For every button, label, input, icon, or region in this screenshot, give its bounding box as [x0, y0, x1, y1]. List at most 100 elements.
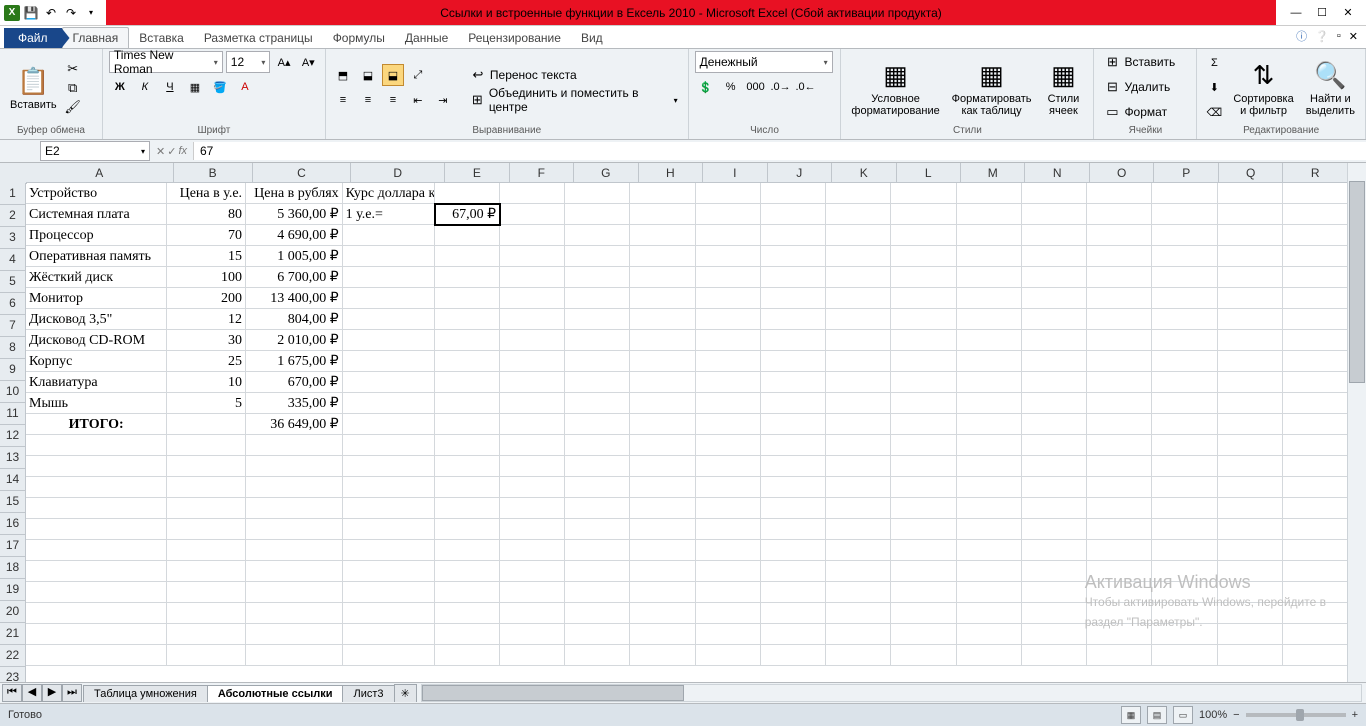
- view-tab[interactable]: Вид: [571, 28, 613, 48]
- italic-button[interactable]: К: [134, 76, 156, 98]
- vertical-scrollbar[interactable]: [1347, 163, 1366, 682]
- zoom-level[interactable]: 100%: [1199, 709, 1227, 721]
- wrap-text-button[interactable]: ↩Перенос текста: [466, 64, 682, 86]
- select-all-corner[interactable]: [0, 163, 27, 184]
- delete-icon: ⊟: [1104, 79, 1120, 95]
- layout-tab[interactable]: Разметка страницы: [194, 28, 323, 48]
- normal-view-icon[interactable]: ▦: [1121, 706, 1141, 724]
- currency-icon[interactable]: 💲: [695, 76, 717, 98]
- row-headers[interactable]: 1234567891011121314151617181920212223: [0, 183, 26, 682]
- decrease-indent-icon[interactable]: ⇤: [407, 89, 429, 111]
- last-sheet-icon[interactable]: ⏭: [62, 684, 82, 702]
- format-cells-button[interactable]: ▭Формат: [1100, 101, 1190, 123]
- help-icon[interactable]: ❔: [1315, 30, 1329, 43]
- merge-center-button[interactable]: ⊞Объединить и поместить в центре▾: [466, 89, 682, 111]
- maximize-button[interactable]: ☐: [1316, 7, 1328, 19]
- paste-button[interactable]: 📋 Вставить: [6, 63, 61, 113]
- undo-icon[interactable]: ↶: [42, 4, 60, 22]
- name-box[interactable]: E2▾: [40, 141, 150, 161]
- align-top-icon[interactable]: ⬒: [332, 64, 354, 86]
- cell-styles-button[interactable]: ▦Стили ячеек: [1039, 57, 1087, 119]
- copy-icon[interactable]: ⧉: [65, 80, 81, 96]
- cond-format-icon: ▦: [880, 59, 912, 91]
- shrink-font-icon[interactable]: A▾: [298, 51, 319, 73]
- formula-input[interactable]: 67: [193, 142, 1366, 160]
- fill-icon[interactable]: ⬇: [1203, 77, 1225, 99]
- align-middle-icon[interactable]: ⬓: [357, 64, 379, 86]
- align-left-icon[interactable]: ≡: [332, 89, 354, 111]
- font-color-button[interactable]: A: [234, 76, 256, 98]
- find-icon: 🔍: [1314, 59, 1346, 91]
- comma-icon[interactable]: 000: [745, 76, 767, 98]
- font-size-select[interactable]: 12▾: [226, 51, 271, 73]
- increase-indent-icon[interactable]: ⇥: [432, 89, 454, 111]
- increase-decimal-icon[interactable]: .0→: [770, 76, 792, 98]
- sheet-tab-3[interactable]: Лист3: [342, 685, 394, 702]
- horizontal-scrollbar[interactable]: [421, 684, 1362, 702]
- minimize-ribbon-icon[interactable]: ⓘ: [1296, 28, 1307, 44]
- wrap-icon: ↩: [470, 67, 486, 83]
- ribbon: 📋 Вставить ✂ ⧉ 🖌 Буфер обмена Times New …: [0, 49, 1366, 140]
- percent-icon[interactable]: %: [720, 76, 742, 98]
- format-painter-icon[interactable]: 🖌: [65, 99, 81, 115]
- zoom-slider[interactable]: [1246, 713, 1346, 717]
- styles-group-label: Стили: [847, 124, 1087, 137]
- minimize-button[interactable]: —: [1290, 7, 1302, 19]
- page-layout-view-icon[interactable]: ▤: [1147, 706, 1167, 724]
- data-tab[interactable]: Данные: [395, 28, 458, 48]
- insert-tab[interactable]: Вставка: [129, 28, 194, 48]
- align-center-icon[interactable]: ≡: [357, 89, 379, 111]
- decrease-decimal-icon[interactable]: .0←: [795, 76, 817, 98]
- sheet-tab-2[interactable]: Абсолютные ссылки: [207, 685, 344, 702]
- autosum-icon[interactable]: Σ: [1203, 52, 1225, 74]
- sheet-tab-1[interactable]: Таблица умножения: [83, 685, 208, 702]
- underline-button[interactable]: Ч: [159, 76, 181, 98]
- enter-formula-icon[interactable]: ✓: [167, 145, 176, 158]
- font-name-select[interactable]: Times New Roman▾: [109, 51, 223, 73]
- zoom-out-button[interactable]: −: [1233, 709, 1239, 721]
- align-group-label: Выравнивание: [332, 124, 682, 137]
- delete-cells-button[interactable]: ⊟Удалить: [1100, 76, 1190, 98]
- prev-sheet-icon[interactable]: ◀: [22, 684, 42, 702]
- fx-icon[interactable]: fx: [178, 145, 187, 158]
- border-button[interactable]: ▦: [184, 76, 206, 98]
- worksheet-grid[interactable]: ABCDEFGHIJKLMNOPQR 123456789101112131415…: [0, 163, 1366, 682]
- window-close-icon[interactable]: ✕: [1349, 30, 1358, 43]
- find-select-button[interactable]: 🔍Найти и выделить: [1302, 57, 1359, 119]
- save-icon[interactable]: 💾: [22, 4, 40, 22]
- formulas-tab[interactable]: Формулы: [323, 28, 395, 48]
- align-bottom-icon[interactable]: ⬓: [382, 64, 404, 86]
- close-button[interactable]: ✕: [1342, 7, 1354, 19]
- cancel-formula-icon[interactable]: ✕: [156, 145, 165, 158]
- review-tab[interactable]: Рецензирование: [458, 28, 571, 48]
- format-table-button[interactable]: ▦Форматировать как таблицу: [948, 57, 1036, 119]
- page-break-view-icon[interactable]: ▭: [1173, 706, 1193, 724]
- cells-area[interactable]: УстройствоЦена в у.е.Цена в рубляхКурс д…: [26, 183, 1348, 682]
- file-tab[interactable]: Файл: [4, 28, 62, 48]
- title-bar: X 💾 ↶ ↷ ▾ Ссылки и встроенные функции в …: [0, 0, 1366, 26]
- sort-filter-button[interactable]: ⇅Сортировка и фильтр: [1229, 57, 1297, 119]
- redo-icon[interactable]: ↷: [62, 4, 80, 22]
- column-headers[interactable]: ABCDEFGHIJKLMNOPQR: [26, 163, 1348, 183]
- clear-icon[interactable]: ⌫: [1203, 102, 1225, 124]
- number-format-select[interactable]: Денежный▾: [695, 51, 833, 73]
- window-restore-icon[interactable]: ▫: [1337, 30, 1341, 42]
- quick-access-toolbar: X 💾 ↶ ↷ ▾: [0, 4, 104, 22]
- insert-cells-button[interactable]: ⊞Вставить: [1100, 51, 1190, 73]
- fill-color-button[interactable]: 🪣: [209, 76, 231, 98]
- grow-font-icon[interactable]: A▴: [273, 51, 294, 73]
- number-group-label: Число: [695, 124, 835, 137]
- new-sheet-button[interactable]: ✳: [394, 684, 417, 702]
- bold-button[interactable]: Ж: [109, 76, 131, 98]
- cut-icon[interactable]: ✂: [65, 61, 81, 77]
- insert-icon: ⊞: [1104, 54, 1120, 70]
- home-tab[interactable]: Главная: [62, 27, 130, 48]
- next-sheet-icon[interactable]: ▶: [42, 684, 62, 702]
- zoom-in-button[interactable]: +: [1352, 709, 1358, 721]
- window-title: Ссылки и встроенные функции в Ексель 201…: [106, 0, 1276, 25]
- conditional-format-button[interactable]: ▦Условное форматирование: [847, 57, 943, 119]
- qat-dropdown-icon[interactable]: ▾: [82, 4, 100, 22]
- first-sheet-icon[interactable]: ⏮: [2, 684, 22, 702]
- orientation-icon[interactable]: ⤢: [407, 64, 429, 86]
- align-right-icon[interactable]: ≡: [382, 89, 404, 111]
